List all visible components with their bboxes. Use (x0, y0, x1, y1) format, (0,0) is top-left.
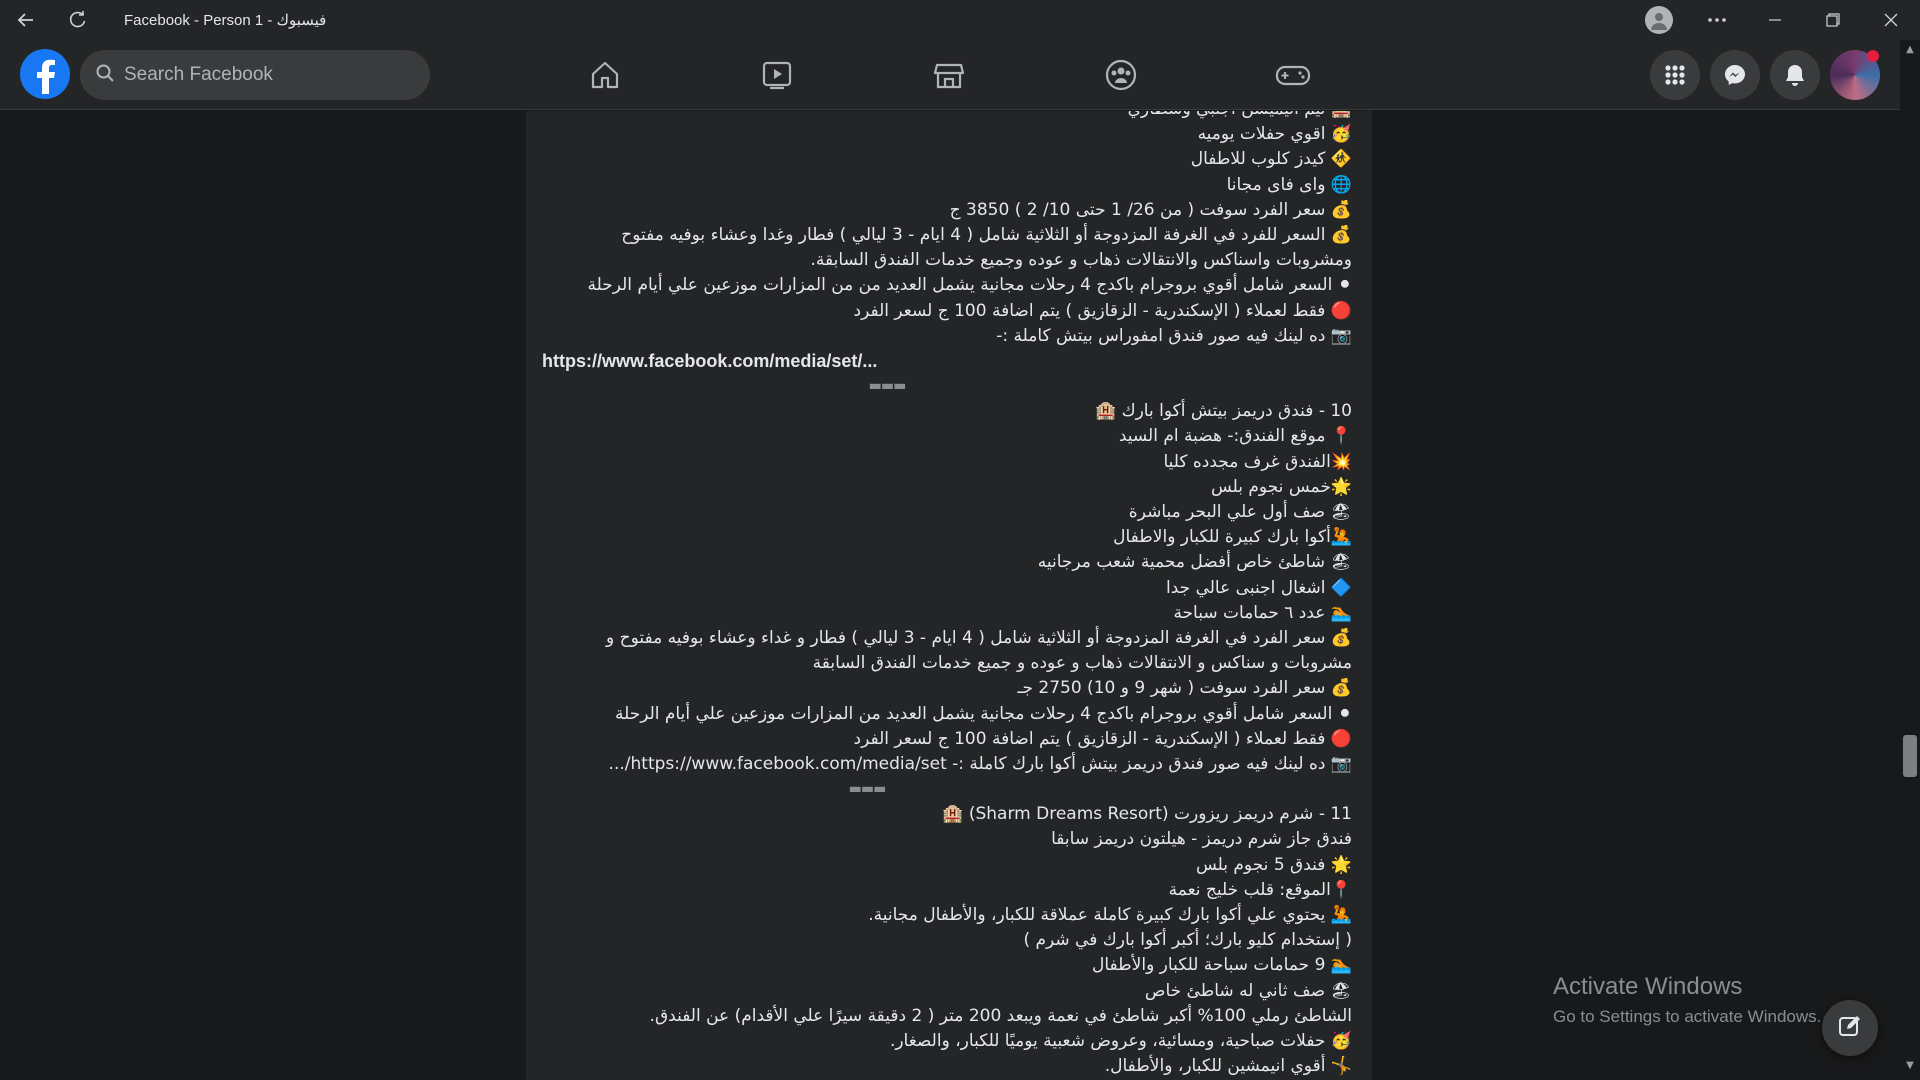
menu-grid-icon[interactable] (1650, 50, 1700, 100)
post-line: مشروبات و سناكس و الانتقالات ذهاب و عوده… (812, 653, 1352, 674)
post-text: 🏨 تيم انيميشن اجنبي وشطاري 🥳 اقوي حفلات … (542, 111, 1352, 1079)
post-line: 🔷 اشغال اجنبى عالي جدا (1166, 577, 1352, 598)
post-line: ⚫ السعر شامل أقوي بروجرام باكدج 4 رحلات … (614, 703, 1352, 724)
facebook-header: Search Facebook (0, 40, 1920, 110)
post-line: 💰 سعر الفرد سوفت ( شهر 9 و 10) 2750 جـ (1017, 678, 1352, 699)
home-icon[interactable] (555, 50, 655, 100)
notification-badge (1867, 50, 1879, 62)
post-line: 🥳 اقوي حفلات يوميه (1197, 124, 1352, 145)
post-card: 🏨 تيم انيميشن اجنبي وشطاري 🥳 اقوي حفلات … (526, 111, 1372, 1080)
back-icon[interactable] (4, 0, 48, 40)
post-line: 💰 السعر للفرد في الغرفة المزدوجة أو الثل… (621, 224, 1352, 245)
search-field[interactable]: Search Facebook (80, 50, 430, 100)
gaming-icon[interactable] (1243, 50, 1343, 100)
post-line: 🏖 صف أول علي البحر مباشرة (1128, 502, 1352, 522)
post-line: 📍الموقع: قلب خليج نعمة (1168, 879, 1352, 900)
post-line: فندق جاز شرم دريمز - هيلتون دريمز سابقا (1051, 829, 1352, 850)
post-line: الشاطئ رملي 100% أكبر شاطئ في نعمة ويبعد… (649, 1005, 1352, 1026)
search-placeholder: Search Facebook (124, 64, 273, 85)
post-line: 11 - شرم دريمز ريزورت (Sharm Dreams Reso… (942, 804, 1352, 825)
window-titlebar: Facebook - Person 1 - فيسبوك (0, 0, 1920, 40)
scrollbar-track[interactable] (1900, 40, 1920, 1080)
post-line: 🔴 فقط لعملاء ( الإسكندرية - الزقازيق ) ي… (853, 300, 1352, 321)
close-icon[interactable] (1862, 0, 1920, 40)
post-line: 🔴 فقط لعملاء ( الإسكندرية - الزقازيق ) ي… (853, 728, 1352, 749)
post-line: ⚫ السعر شامل أقوي بروجرام باكدج 4 رحلات … (587, 275, 1353, 296)
messenger-icon[interactable] (1710, 50, 1760, 100)
scroll-down-arrow-icon[interactable]: ▼ (1903, 1060, 1917, 1074)
post-line: 🏨 تيم انيميشن اجنبي وشطاري (542, 111, 1352, 122)
window-title: Facebook - Person 1 - فيسبوك (124, 12, 327, 29)
notifications-icon[interactable] (1770, 50, 1820, 100)
minimize-icon[interactable] (1746, 0, 1804, 40)
post-line: 📷 ده لينك فيه صور فندق امفوراس بيتش كامل… (996, 325, 1352, 346)
facebook-logo-icon[interactable] (20, 49, 70, 99)
post-link[interactable]: https://www.facebook.com/media/set/... (542, 349, 1352, 374)
post-line: 🏊 عدد ٦ حمامات سباحة (1173, 602, 1352, 623)
post-line: 💥الفندق غرف مجدده كليا (1163, 451, 1352, 472)
post-line: 💰 سعر الفرد في الغرفة المزدوجة أو الثلاث… (606, 627, 1352, 648)
post-line: 🌟 فندق 5 نجوم بلس (1195, 854, 1352, 875)
post-line: 🤽أكوا بارك كبيرة للكبار والاطفال (1113, 527, 1352, 548)
post-line: 🌟خمس نجوم بلس (1210, 476, 1352, 497)
refresh-icon[interactable] (56, 0, 100, 40)
post-line: 🚸 كيدز كلوب للاطفال (1190, 149, 1352, 170)
post-line: ( إستخدام كليو بارك؛ أكبر أكوا بارك في ش… (1023, 930, 1352, 951)
restore-icon[interactable] (1804, 0, 1862, 40)
activation-watermark-subtitle: Go to Settings to activate Windows. (1553, 1007, 1822, 1026)
new-message-button[interactable] (1822, 1000, 1878, 1056)
compose-icon (1837, 1013, 1863, 1043)
post-line: 📍 موقع الفندق:- هضبة ام السيد (1118, 426, 1352, 447)
activation-watermark-title: Activate Windows (1553, 973, 1743, 1000)
post-line: 🏊 9 حمامات سباحة للكبار والأطفال (1091, 955, 1352, 976)
more-options-icon[interactable] (1688, 0, 1746, 40)
scrollbar-thumb[interactable] (1903, 735, 1917, 777)
watch-icon[interactable] (727, 50, 827, 100)
post-line: 🌐 واى فاى مجانا (1226, 174, 1352, 195)
groups-icon[interactable] (1071, 50, 1171, 100)
post-line-with-link[interactable]: 📷 ده لينك فيه صور فندق دريمز بيتش أكوا ب… (542, 752, 1352, 777)
search-icon (96, 64, 114, 86)
post-line: 🏖 شاطئ خاص أفضل محمية شعب مرجانيه (1037, 552, 1352, 573)
post-line: 🤸 أقوي انيمشين للكبار، والأطفال. (1104, 1056, 1352, 1077)
scroll-up-arrow-icon[interactable]: ▲ (1903, 44, 1917, 58)
post-line: 💰 سعر الفرد سوفت ( من 26/ 1 حتى 10/ 2 ) … (949, 199, 1352, 220)
post-line: 🤽 يحتوي علي أكوا بارك كبيرة كاملة عملاقة… (868, 905, 1352, 925)
post-line: 🥳 حفلات صباحية، ومسائية، وعروض شعبية يوم… (889, 1030, 1352, 1051)
post-separator: ▬▬▬ (848, 781, 887, 798)
post-line: ومشروبات واسناكس والانتقالات ذهاب و عوده… (810, 250, 1352, 271)
post-separator: ▬▬▬ (868, 378, 907, 395)
profile-icon[interactable] (1630, 0, 1688, 40)
marketplace-icon[interactable] (899, 50, 999, 100)
post-line: 🏖 صف ثاني له شاطئ خاص (1144, 980, 1352, 1001)
post-line: 10 - فندق دريمز بيتش أكوا بارك 🏨 (1095, 401, 1352, 422)
